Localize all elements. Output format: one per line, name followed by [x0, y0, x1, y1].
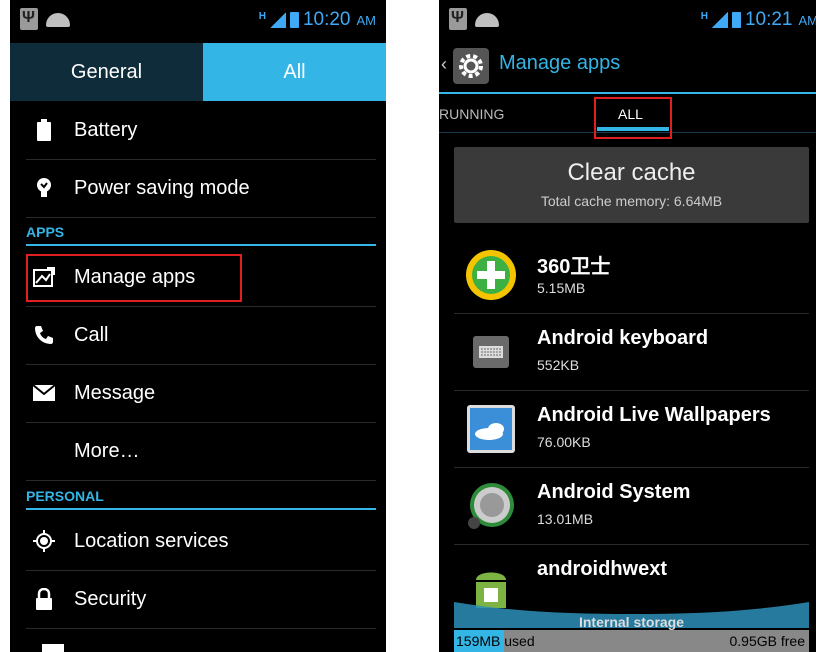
battery-status-icon: [289, 12, 299, 28]
location-icon: [32, 529, 56, 553]
storage-bar: 159MB used 0.95GB free: [454, 630, 809, 652]
clear-cache-title: Clear cache: [567, 159, 696, 186]
usb-icon: [449, 8, 467, 30]
settings-item-label: Call: [74, 323, 109, 346]
hspa-icon: H: [258, 10, 266, 22]
tab-all[interactable]: All: [203, 43, 386, 101]
settings-item-label: Location services: [74, 529, 229, 552]
clock: 10:21: [744, 9, 793, 30]
signal-icon: [269, 12, 286, 28]
storage-used-text: 159MB used: [456, 633, 535, 649]
app-size: 5.15MB: [537, 280, 586, 296]
app-size: 76.00KB: [537, 434, 591, 450]
settings-tabs: General All: [10, 43, 386, 101]
android-debug-icon: [46, 13, 70, 27]
settings-item-label: Power saving mode: [74, 176, 250, 199]
settings-item-security[interactable]: Security: [26, 570, 376, 629]
settings-screen: H 10:20 AM General All Battery Power sav…: [10, 0, 386, 652]
settings-item-call[interactable]: Call: [26, 306, 376, 365]
clock-ampm: AM: [356, 12, 377, 28]
settings-item-label: Battery: [74, 118, 138, 141]
tab-running[interactable]: RUNNING: [439, 106, 504, 122]
app-name: Android keyboard: [537, 327, 709, 349]
hspa-icon: H: [700, 10, 708, 22]
page-title: Manage apps: [499, 52, 621, 74]
signal-icon: [711, 12, 728, 28]
settings-item-more[interactable]: More…: [26, 422, 376, 481]
bulb-icon: [32, 176, 56, 200]
envelope-icon: [32, 381, 56, 405]
app-size: 13.01MB: [537, 511, 594, 527]
phone-icon: [32, 323, 56, 347]
highlight-manage-apps: [26, 254, 242, 302]
keyboard-icon: [464, 325, 518, 379]
settings-item-label: Security: [74, 587, 147, 610]
storage-free-text: 0.95GB free: [729, 633, 806, 649]
app-size: 552KB: [537, 357, 580, 373]
back-chevron-icon[interactable]: ‹: [441, 54, 447, 75]
clear-cache-subtitle: Total cache memory: 6.64MB: [540, 193, 723, 209]
app-name: androidhwext: [537, 558, 668, 580]
app-name: 360卫士: [537, 256, 611, 278]
settings-gear-icon[interactable]: [453, 48, 489, 84]
section-header-personal: PERSONAL: [26, 484, 376, 510]
android-debug-icon: [475, 13, 499, 27]
usb-icon: [20, 8, 38, 30]
settings-item-label: Message: [74, 381, 156, 404]
settings-item-message[interactable]: Message: [26, 364, 376, 423]
settings-item-label: More…: [74, 439, 140, 462]
settings-item-location[interactable]: Location services: [26, 512, 376, 571]
clock: 10:20: [302, 9, 351, 30]
clear-cache-button[interactable]: Clear cache Total cache memory: 6.64MB: [454, 147, 809, 223]
internal-storage-indicator: Internal storage 159MB used 0.95GB free: [454, 598, 809, 652]
tab-general[interactable]: General: [10, 43, 203, 101]
app-list-item[interactable]: Android Live Wallpapers 76.00KB: [454, 390, 809, 468]
app-name: Android System: [537, 481, 691, 503]
clock-ampm: AM: [798, 12, 816, 28]
status-bar: H 10:20 AM: [10, 0, 386, 40]
lock-icon: [32, 587, 56, 611]
app-list-item[interactable]: Android System 13.01MB: [454, 467, 809, 545]
360-security-icon: [464, 248, 518, 302]
action-bar: ‹ Manage apps: [439, 40, 816, 94]
settings-item-power-saving[interactable]: Power saving mode: [26, 159, 376, 218]
highlight-tab-all: [594, 97, 672, 139]
battery-status-icon: [731, 12, 741, 28]
status-bar: H 10:21 AM: [439, 0, 816, 40]
wallpaper-icon: [464, 402, 518, 456]
battery-icon: [32, 118, 56, 142]
app-list-item[interactable]: 360卫士 5.15MB: [454, 236, 809, 314]
storage-label: Internal storage: [578, 614, 685, 630]
settings-item-battery[interactable]: Battery: [26, 101, 376, 160]
app-name: Android Live Wallpapers: [537, 404, 771, 426]
section-header-apps: APPS: [26, 220, 376, 246]
android-system-icon: [464, 479, 518, 533]
next-item-icon: [42, 644, 64, 652]
manage-apps-screen: H 10:21 AM ‹ Manage apps RUNNING ALL Cle…: [439, 0, 816, 652]
app-list-item[interactable]: Android keyboard 552KB: [454, 313, 809, 391]
